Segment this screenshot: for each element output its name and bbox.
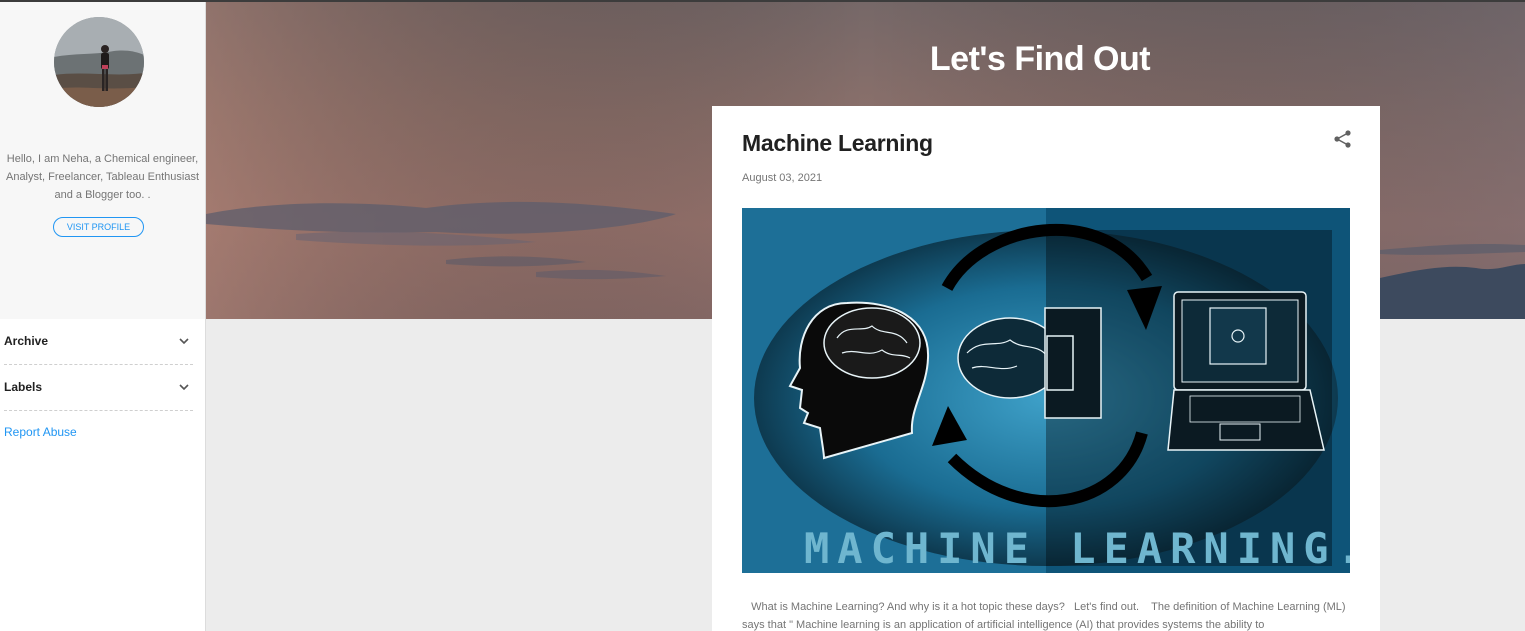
post-date: August 03, 2021 xyxy=(742,172,823,184)
visit-profile-button[interactable]: VISIT PROFILE xyxy=(53,217,144,237)
page: Let's Find Out Hello, I am Neha, a Chemi xyxy=(0,0,1525,631)
post-card: Machine Learning August 03, 2021 MACHINE… xyxy=(712,106,1380,631)
labels-section[interactable]: Labels xyxy=(4,365,193,411)
archive-section[interactable]: Archive xyxy=(4,319,193,365)
post-image[interactable]: MACHINE LEARNING... xyxy=(742,208,1350,573)
image-caption: MACHINE LEARNING... xyxy=(804,524,1350,573)
blog-title[interactable]: Let's Find Out xyxy=(740,40,1340,79)
share-icon[interactable] xyxy=(1332,128,1354,150)
machine-learning-illustration: MACHINE LEARNING... xyxy=(742,208,1350,573)
post-title[interactable]: Machine Learning xyxy=(742,130,933,157)
post-excerpt: What is Machine Learning? And why is it … xyxy=(742,601,1349,631)
chevron-down-icon[interactable] xyxy=(177,334,191,348)
profile-section: Hello, I am Neha, a Chemical engineer, A… xyxy=(0,0,205,319)
archive-label: Archive xyxy=(4,334,49,348)
chevron-down-icon[interactable] xyxy=(177,380,191,394)
report-abuse-link[interactable]: Report Abuse xyxy=(4,425,77,439)
labels-label: Labels xyxy=(4,380,43,394)
avatar[interactable] xyxy=(54,17,144,107)
top-border xyxy=(0,0,1525,2)
profile-bio: Hello, I am Neha, a Chemical engineer, A… xyxy=(5,153,200,201)
sidebar: Hello, I am Neha, a Chemical engineer, A… xyxy=(0,0,206,631)
